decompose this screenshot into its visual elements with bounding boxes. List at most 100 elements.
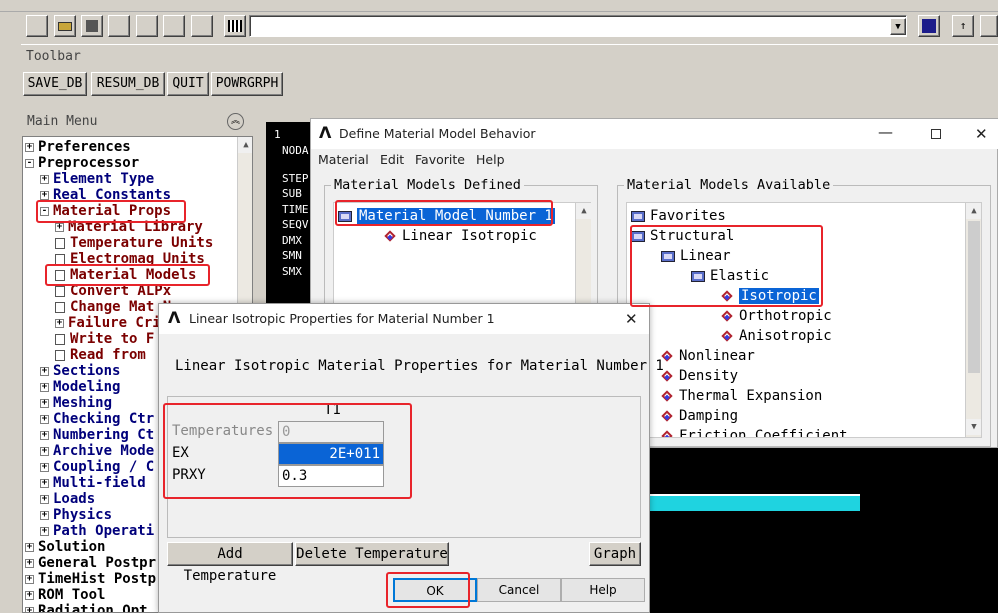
expand-icon[interactable]: +: [40, 430, 49, 440]
menu-item[interactable]: + Radiation Opt: [25, 603, 148, 612]
menu-item[interactable]: + Multi-field: [40, 475, 146, 491]
menu-item[interactable]: Electromag Units: [55, 251, 205, 267]
menu-item[interactable]: + Coupling / C: [40, 459, 154, 475]
scrollbar-thumb[interactable]: [968, 221, 980, 373]
resum-db-button[interactable]: RESUM_DB: [91, 72, 165, 96]
close-icon[interactable]: ✕: [625, 304, 638, 334]
graph-button[interactable]: Graph: [589, 542, 641, 566]
expand-icon[interactable]: +: [40, 526, 49, 536]
collapse-icon[interactable]: -: [25, 158, 34, 168]
scroll-up-icon[interactable]: ▲: [238, 137, 252, 153]
menu-item[interactable]: + Real Constants: [40, 187, 171, 203]
help-button[interactable]: Help: [561, 578, 645, 602]
menu-item[interactable]: + Physics: [40, 507, 112, 523]
available-item[interactable]: Linear: [661, 246, 731, 266]
menu-item[interactable]: + TimeHist Postp: [25, 571, 156, 587]
add-temperature-button[interactable]: Add Temperature: [167, 542, 293, 584]
defined-item-material-model[interactable]: Material Model Number 1: [338, 206, 555, 226]
expand-icon[interactable]: +: [40, 494, 49, 504]
available-item[interactable]: Damping: [661, 406, 738, 426]
menu-item[interactable]: Write to F: [55, 331, 154, 347]
menu-item[interactable]: + Checking Ctr: [40, 411, 154, 427]
quit-button[interactable]: QUIT: [167, 72, 209, 96]
available-item[interactable]: Elastic: [691, 266, 769, 286]
menu-item[interactable]: + Solution: [25, 539, 105, 555]
menu-favorite[interactable]: Favorite: [415, 152, 465, 167]
save-db-button[interactable]: SAVE_DB: [23, 72, 87, 96]
menu-item[interactable]: + Material Library: [55, 219, 203, 235]
expand-icon[interactable]: +: [40, 174, 49, 184]
menu-item[interactable]: + Archive Mode: [40, 443, 154, 459]
available-item[interactable]: Nonlinear: [661, 346, 755, 366]
reset-picking-icon[interactable]: [980, 15, 998, 37]
menu-item[interactable]: + Numbering Ct: [40, 427, 154, 443]
open-folder-icon[interactable]: [54, 15, 76, 37]
defined-item-linear-isotropic[interactable]: Linear Isotropic: [384, 226, 537, 246]
expand-icon[interactable]: +: [25, 542, 34, 552]
menu-item[interactable]: + ROM Tool: [25, 587, 105, 603]
menu-item[interactable]: - Preprocessor: [25, 155, 139, 171]
collapse-icon[interactable]: -: [40, 206, 49, 216]
menu-item[interactable]: Change Mat N: [55, 299, 171, 315]
command-prompt-icon[interactable]: [224, 15, 246, 37]
pan-zoom-icon[interactable]: [108, 15, 130, 37]
available-item[interactable]: Favorites: [631, 206, 726, 226]
expand-icon[interactable]: +: [40, 478, 49, 488]
expand-icon[interactable]: +: [40, 446, 49, 456]
powrgrph-button[interactable]: POWRGRPH: [211, 72, 283, 96]
minimize-icon[interactable]: —: [878, 117, 893, 147]
collapse-menu-icon[interactable]: ︽: [227, 113, 244, 130]
menu-item[interactable]: + Preferences: [25, 139, 131, 155]
expand-icon[interactable]: +: [40, 382, 49, 392]
expand-icon[interactable]: +: [25, 558, 34, 568]
maximize-icon[interactable]: [931, 129, 941, 139]
property-value-input[interactable]: 0.3: [278, 465, 384, 487]
expand-icon[interactable]: +: [40, 366, 49, 376]
available-item[interactable]: Density: [661, 366, 738, 386]
cancel-button[interactable]: Cancel: [477, 578, 561, 602]
expand-icon[interactable]: +: [25, 606, 34, 612]
image-capture-icon[interactable]: [136, 15, 158, 37]
menu-item[interactable]: Temperature Units: [55, 235, 213, 251]
delete-temperature-button[interactable]: Delete Temperature: [295, 542, 449, 566]
menu-item[interactable]: Convert ALPx: [55, 283, 171, 299]
command-input[interactable]: [249, 15, 907, 37]
menu-item[interactable]: + Modeling: [40, 379, 120, 395]
expand-icon[interactable]: +: [25, 590, 34, 600]
expand-icon[interactable]: +: [55, 318, 64, 328]
available-item[interactable]: Isotropic: [721, 286, 819, 306]
save-icon[interactable]: [81, 15, 103, 37]
menu-item[interactable]: + General Postpr: [25, 555, 156, 571]
expand-icon[interactable]: +: [25, 574, 34, 584]
available-item[interactable]: Anisotropic: [721, 326, 832, 346]
menu-item[interactable]: + Loads: [40, 491, 95, 507]
menu-item[interactable]: + Failure Cri: [55, 315, 161, 331]
available-item[interactable]: Friction Coefficient: [661, 426, 848, 437]
scroll-up-icon[interactable]: ▲: [966, 203, 981, 219]
menu-edit[interactable]: Edit: [380, 152, 404, 167]
menu-item[interactable]: + Path Operati: [40, 523, 154, 539]
report-icon[interactable]: [163, 15, 185, 37]
menu-item[interactable]: + Element Type: [40, 171, 154, 187]
expand-icon[interactable]: +: [40, 398, 49, 408]
menu-item[interactable]: Read from: [55, 347, 146, 363]
ok-button[interactable]: OK: [393, 578, 477, 602]
menu-item[interactable]: + Meshing: [40, 395, 112, 411]
expand-icon[interactable]: +: [55, 222, 64, 232]
menu-item[interactable]: - Material Props: [40, 203, 171, 219]
menu-item[interactable]: + Sections: [40, 363, 120, 379]
menu-material[interactable]: Material: [318, 152, 369, 167]
menu-help[interactable]: Help: [476, 152, 505, 167]
available-item[interactable]: Thermal Expansion: [661, 386, 822, 406]
scroll-up-icon[interactable]: ▲: [576, 203, 592, 219]
command-dropdown-chevron-down-icon[interactable]: ▼: [890, 18, 906, 35]
expand-icon[interactable]: +: [40, 462, 49, 472]
expand-icon[interactable]: +: [25, 142, 34, 152]
new-file-icon[interactable]: [26, 15, 48, 37]
available-item[interactable]: Structural: [631, 226, 734, 246]
available-list-scrollbar[interactable]: ▲ ▼: [965, 203, 981, 437]
close-icon[interactable]: ✕: [975, 119, 988, 149]
scroll-down-icon[interactable]: ▼: [966, 419, 981, 435]
menu-item[interactable]: Material Models: [55, 267, 196, 283]
command-history-icon[interactable]: [918, 15, 940, 37]
